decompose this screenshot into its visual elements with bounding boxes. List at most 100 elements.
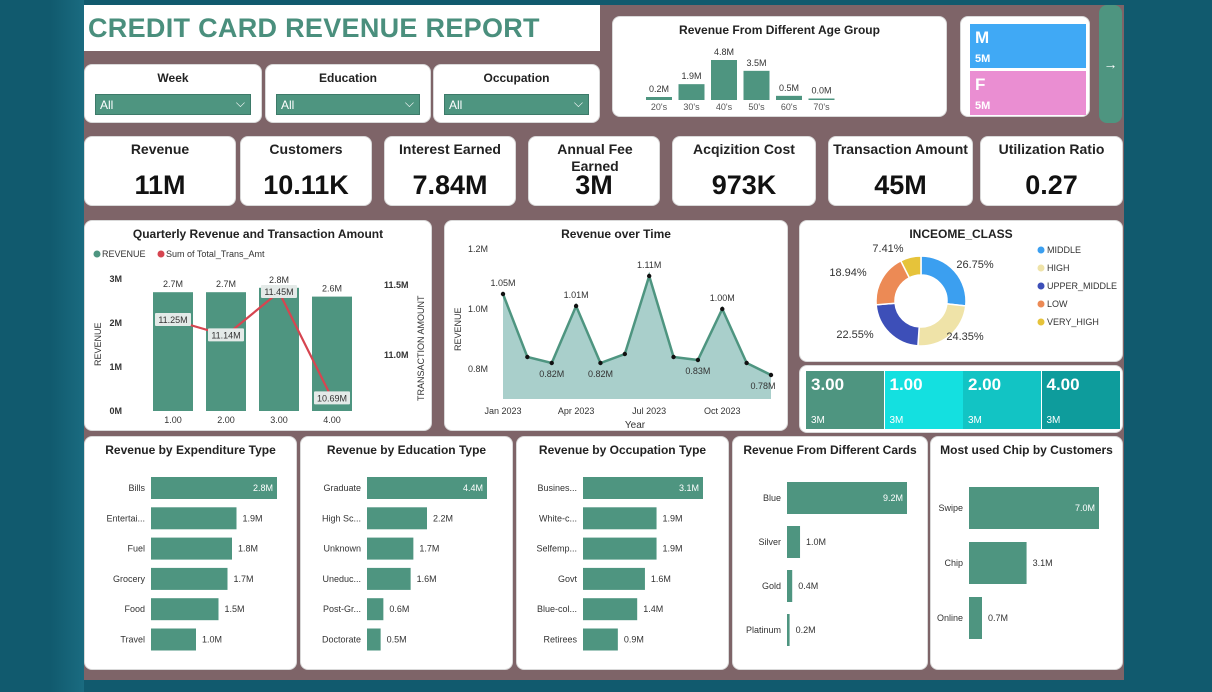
bar[interactable] (583, 537, 657, 560)
quarter-bar-label: 2.7M (163, 279, 183, 289)
kpi-card-4[interactable]: Acqizition Cost 973K (672, 136, 816, 206)
education-dropdown[interactable]: All ⌵ (276, 94, 420, 115)
bar[interactable] (787, 614, 790, 646)
income-class-card[interactable]: INCEOME_CLASS 26.75% 24.35% 22.55% 18.94% 7.… (799, 220, 1123, 362)
occupation-chart-card[interactable]: Revenue by Occupation Type Busines... 3.1… (516, 436, 729, 670)
age-bar[interactable] (678, 84, 705, 100)
value-tile-2[interactable]: 2.00 3M (963, 371, 1041, 429)
revenue-time-chart-card[interactable]: Revenue over Time 1.2M 1.0M 0.8M REVENUE Jan… (444, 220, 788, 431)
quarter-bar-label: 2.8M (269, 275, 289, 285)
age-bar[interactable] (646, 97, 672, 100)
gender-card[interactable]: M 5M F 5M (960, 16, 1090, 117)
bar[interactable] (367, 507, 427, 530)
slicer-week[interactable]: Week All ⌵ (84, 64, 262, 123)
tile-value: 2.00 (968, 375, 1002, 394)
age-bar-label: 3.5M (746, 58, 766, 68)
quarter-bar[interactable] (206, 292, 246, 411)
legend-dot (1037, 246, 1045, 254)
donut-slice[interactable] (875, 302, 921, 347)
bar[interactable] (583, 507, 657, 530)
bar[interactable] (583, 567, 645, 590)
kpi-card-1[interactable]: Customers 10.11K (240, 136, 372, 206)
gender-tile-male[interactable]: M 5M (970, 24, 1086, 68)
revenue-point[interactable] (671, 354, 676, 360)
value-tile-0[interactable]: 3.00 3M (806, 371, 884, 429)
cards-chart-card[interactable]: Revenue From Different Cards Blue 9.2M Sil… (732, 436, 928, 670)
bar[interactable] (151, 507, 237, 530)
age-bar[interactable] (808, 98, 835, 101)
value-tile-1[interactable]: 1.00 3M (884, 371, 963, 429)
transaction-label-text: 11.25M (158, 315, 187, 325)
revenue-point[interactable] (720, 306, 725, 312)
kpi-card-6[interactable]: Utilization Ratio 0.27 (980, 136, 1123, 206)
kpi-label: Utilization Ratio (998, 141, 1105, 157)
revenue-point[interactable] (695, 357, 701, 363)
age-group-chart-card[interactable]: Revenue From Different Age Group 0.2M 20'… (612, 16, 947, 117)
revenue-point[interactable] (598, 360, 603, 366)
slicer-occupation[interactable]: Occupation All ⌵ (433, 64, 600, 123)
bar[interactable] (787, 570, 793, 602)
revenue-point[interactable] (768, 372, 774, 378)
bar[interactable] (367, 537, 414, 560)
bar[interactable] (583, 598, 638, 621)
kpi-card-5[interactable]: Transaction Amount 45M (828, 136, 973, 206)
gender-tile-female[interactable]: F 5M (970, 71, 1086, 115)
bar[interactable] (367, 598, 384, 621)
value-tile-3[interactable]: 4.00 3M (1041, 371, 1120, 429)
y-axis-label: REVENUE (453, 307, 463, 351)
next-page-button[interactable]: → (1099, 5, 1122, 123)
donut-slice-label: 18.94% (829, 267, 867, 279)
week-dropdown[interactable]: All ⌵ (95, 94, 251, 115)
age-tick-label: 40's (716, 102, 733, 112)
quarterly-chart-card[interactable]: Quarterly Revenue and Transaction Amount… (84, 220, 432, 431)
bar-value-label: 2.8M (253, 483, 273, 493)
bar-value-label: 1.5M (225, 604, 245, 614)
revenue-point[interactable] (500, 291, 506, 297)
legend-label: MIDDLE (1047, 245, 1081, 255)
age-bar[interactable] (743, 70, 770, 100)
bar[interactable] (151, 537, 232, 560)
category-label: Silver (758, 537, 781, 547)
y-tick-label: 3M (109, 274, 122, 284)
age-bar[interactable] (776, 95, 802, 100)
chevron-down-icon[interactable]: ⌵ (574, 96, 583, 111)
expenditure-chart-card[interactable]: Revenue by Expenditure Type Bills 2.8M Ent… (84, 436, 297, 670)
chevron-down-icon[interactable]: ⌵ (405, 96, 414, 111)
slicer-education[interactable]: Education All ⌵ (265, 64, 431, 123)
education-chart-card[interactable]: Revenue by Education Type Graduate 4.4M Hi… (300, 436, 513, 670)
age-bar[interactable] (711, 60, 737, 100)
bar[interactable] (969, 597, 982, 639)
bar-value-label: 1.9M (663, 544, 683, 554)
occupation-dropdown[interactable]: All ⌵ (444, 94, 589, 115)
bar[interactable] (787, 526, 801, 558)
bar[interactable] (969, 542, 1027, 584)
quarter-bar[interactable] (259, 287, 299, 411)
kpi-card-0[interactable]: Revenue 11M (84, 136, 236, 206)
quarter-bar[interactable] (153, 292, 193, 411)
category-label: Bills (128, 483, 145, 493)
tile-grid-card[interactable]: 3.00 3M 1.00 3M 2.00 3M 4.00 3M (799, 365, 1123, 433)
bar[interactable] (367, 567, 411, 590)
report-title-box: CREDIT CARD REVENUE REPORT (84, 5, 600, 51)
transaction-point-label: 11.45M (261, 285, 297, 298)
revenue-point[interactable] (646, 273, 652, 279)
chevron-down-icon[interactable]: ⌵ (236, 96, 245, 111)
legend-label: VERY_HIGH (1047, 317, 1099, 327)
bar[interactable] (151, 598, 219, 621)
chip-chart-card[interactable]: Most used Chip by Customers Swipe 7.0M Chi… (930, 436, 1123, 670)
y2-axis-label: TRANSACTION AMOUNT (416, 295, 426, 401)
revenue-point[interactable] (525, 354, 530, 360)
revenue-point[interactable] (744, 360, 749, 366)
kpi-card-3[interactable]: Annual Fee Earned 3M (528, 136, 660, 206)
revenue-point[interactable] (622, 351, 628, 357)
category-label: Uneduc... (322, 574, 361, 584)
revenue-point[interactable] (549, 360, 554, 366)
bar[interactable] (151, 567, 228, 590)
age-tick-label: 20's (651, 102, 668, 112)
revenue-point-label: 0.82M (539, 369, 564, 379)
revenue-point[interactable] (573, 303, 579, 309)
bar[interactable] (367, 628, 381, 651)
bar[interactable] (583, 628, 618, 651)
bar[interactable] (151, 628, 196, 651)
kpi-card-2[interactable]: Interest Earned 7.84M (384, 136, 516, 206)
